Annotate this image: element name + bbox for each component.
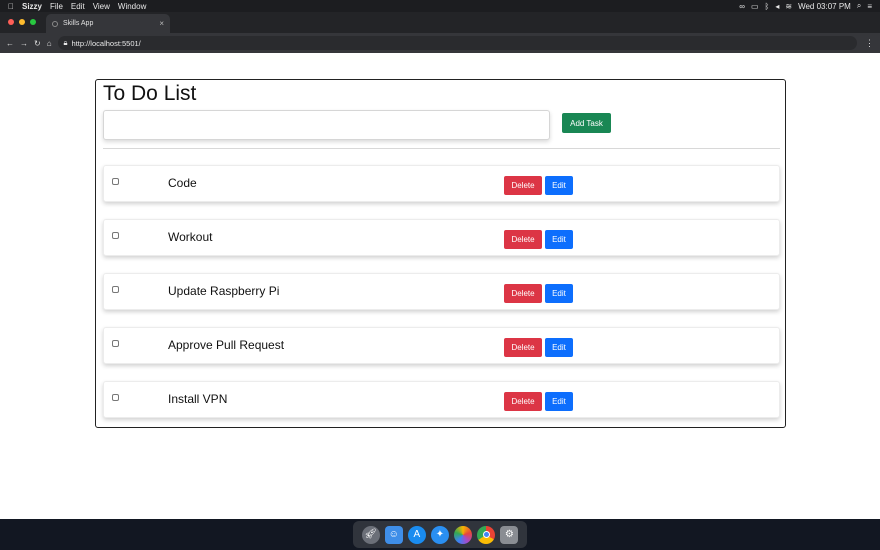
system-preferences-icon[interactable]: ⚙: [500, 525, 519, 544]
browser-tab[interactable]: Skills App ×: [46, 14, 170, 33]
delete-button[interactable]: Delete: [504, 176, 542, 195]
task-input[interactable]: [103, 110, 550, 140]
task-item: Workout Delete Edit: [103, 219, 780, 256]
zoom-window-button[interactable]: [30, 19, 36, 25]
menu-app-name[interactable]: Sizzy: [22, 2, 42, 11]
task-label: Code: [168, 176, 197, 190]
favicon-icon: [52, 20, 58, 27]
app-store-icon[interactable]: A: [407, 525, 426, 544]
task-item: Code Delete Edit: [103, 165, 780, 202]
back-arrow-icon[interactable]: ←: [6, 39, 14, 48]
volume-icon[interactable]: ◂: [775, 2, 779, 11]
menu-clock[interactable]: Wed 03:07 PM: [798, 2, 851, 11]
finder-icon[interactable]: ☺: [384, 525, 403, 544]
task-checkbox[interactable]: [112, 394, 119, 401]
task-checkbox[interactable]: [112, 178, 119, 185]
task-label: Approve Pull Request: [168, 338, 285, 352]
home-icon[interactable]: ⌂: [47, 39, 52, 48]
wifi-icon[interactable]: ≋: [785, 2, 792, 11]
tab-title: Skills App: [63, 20, 94, 27]
control-center-icon[interactable]: ≡: [867, 2, 872, 11]
task-item: Update Raspberry Pi Delete Edit: [103, 273, 780, 310]
task-label: Update Raspberry Pi: [168, 284, 280, 298]
close-window-button[interactable]: [8, 19, 14, 25]
edit-button[interactable]: Edit: [545, 230, 573, 249]
status-icon[interactable]: ∞: [739, 2, 745, 11]
task-item: Approve Pull Request Delete Edit: [103, 327, 780, 364]
page-title: To Do List: [103, 82, 197, 105]
menu-file[interactable]: File: [50, 2, 63, 11]
divider: [103, 148, 780, 149]
menu-window[interactable]: Window: [118, 2, 146, 11]
lock-icon: 🔒︎: [63, 38, 68, 47]
url-text: http://localhost:5501/: [71, 38, 141, 48]
spotlight-search-icon[interactable]: ⌕: [857, 1, 861, 11]
dock: 🚀︎ ☺ A ✦ ⚙: [353, 521, 527, 548]
app-menu: Sizzy File Edit View Window: [22, 2, 146, 11]
chrome-icon[interactable]: [477, 525, 496, 544]
edit-button[interactable]: Edit: [545, 392, 573, 411]
task-label: Workout: [168, 230, 213, 244]
minimize-window-button[interactable]: [19, 19, 25, 25]
forward-arrow-icon[interactable]: →: [20, 39, 28, 48]
macos-menu-bar:  Sizzy File Edit View Window ∞ ▭ ᛒ ◂ ≋ …: [0, 0, 880, 12]
safari-icon[interactable]: ✦: [430, 525, 449, 544]
close-tab-icon[interactable]: ×: [159, 19, 164, 28]
status-area: ∞ ▭ ᛒ ◂ ≋ Wed 03:07 PM ⌕ ≡: [739, 1, 872, 11]
url-field[interactable]: 🔒︎ http://localhost:5501/: [57, 36, 857, 50]
task-checkbox[interactable]: [112, 232, 119, 239]
task-item: Install VPN Delete Edit: [103, 381, 780, 418]
bluetooth-icon[interactable]: ᛒ: [765, 2, 770, 11]
window-controls: [8, 19, 36, 25]
calendar-icon[interactable]: ▭: [751, 2, 759, 11]
menu-view[interactable]: View: [93, 2, 110, 11]
address-bar: ← → ↻ ⌂ 🔒︎ http://localhost:5501/ ⋮: [0, 33, 880, 53]
browser-tab-bar: Skills App ×: [0, 12, 880, 33]
task-label: Install VPN: [168, 392, 228, 406]
delete-button[interactable]: Delete: [504, 338, 542, 357]
add-task-button[interactable]: Add Task: [562, 113, 611, 133]
delete-button[interactable]: Delete: [504, 284, 542, 303]
task-checkbox[interactable]: [112, 286, 119, 293]
delete-button[interactable]: Delete: [504, 392, 542, 411]
photos-icon[interactable]: [454, 525, 473, 544]
edit-button[interactable]: Edit: [545, 176, 573, 195]
browser-menu-icon[interactable]: ⋮: [865, 38, 874, 49]
apple-icon[interactable]: : [8, 2, 22, 11]
edit-button[interactable]: Edit: [545, 284, 573, 303]
todo-card: To Do List Add Task Code Delete Edit Wor…: [95, 79, 786, 428]
menu-edit[interactable]: Edit: [71, 2, 85, 11]
edit-button[interactable]: Edit: [545, 338, 573, 357]
task-checkbox[interactable]: [112, 340, 119, 347]
reload-icon[interactable]: ↻: [34, 39, 41, 48]
launchpad-icon[interactable]: 🚀︎: [361, 525, 380, 544]
navigation-controls: ← → ↻ ⌂: [6, 39, 52, 48]
delete-button[interactable]: Delete: [504, 230, 542, 249]
